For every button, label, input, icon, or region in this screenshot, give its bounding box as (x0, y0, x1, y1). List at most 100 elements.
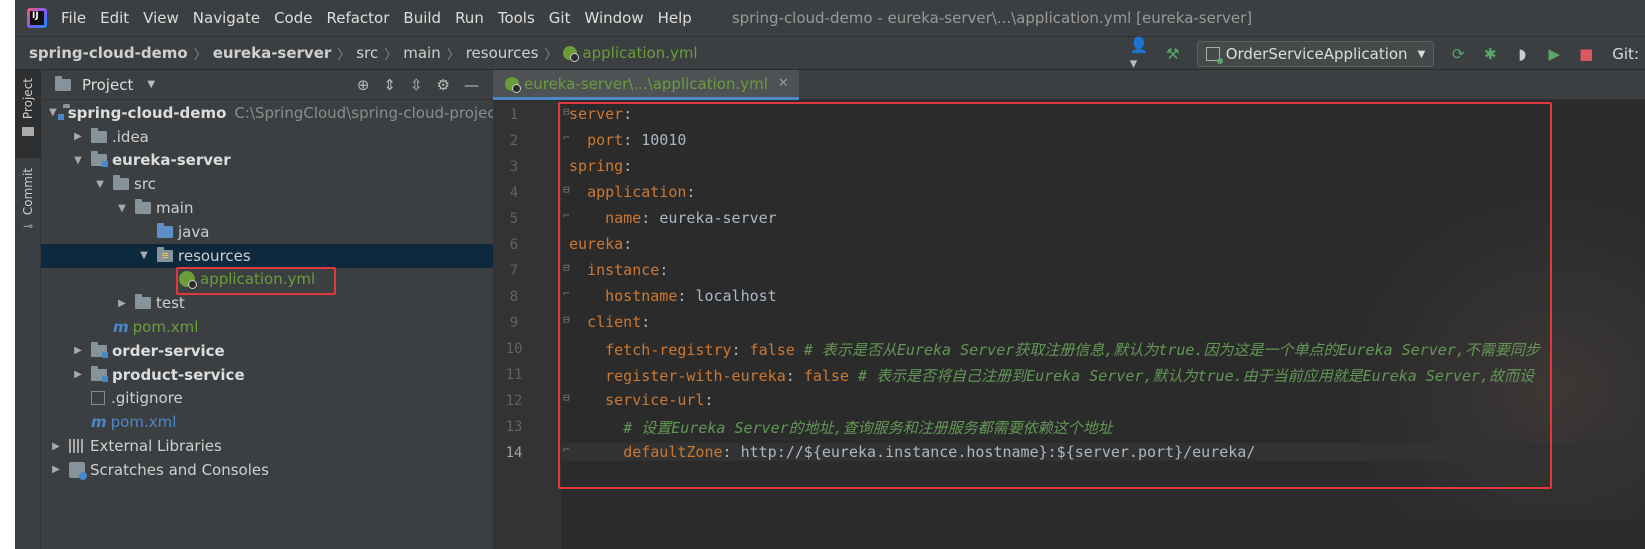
tree-item-pom-xml[interactable]: m pom.xml (41, 315, 493, 339)
rerun-icon[interactable]: ⟳ (1447, 43, 1469, 65)
tree-item-gitignore[interactable]: .gitignore (41, 387, 493, 411)
chevron-down-icon[interactable]: ▼ (49, 107, 57, 118)
chevron-down-icon[interactable]: ▼ (115, 203, 129, 214)
profile-icon[interactable]: ▶ (1543, 43, 1565, 65)
gear-icon[interactable]: ⚙ (437, 76, 450, 94)
chevron-right-icon: 〉 (193, 47, 207, 63)
chevron-right-icon: 〉 (544, 47, 558, 63)
chevron-right-icon[interactable]: ▶ (71, 345, 85, 356)
crumb-module[interactable]: eureka-server (213, 44, 332, 62)
project-tool-label: Project (21, 78, 35, 120)
tree-item-java[interactable]: java (41, 220, 493, 244)
crumb-project[interactable]: spring-cloud-demo (29, 44, 188, 62)
expand-all-icon[interactable]: ⇕ (383, 76, 396, 94)
gitignore-file-icon (91, 391, 105, 406)
locate-target-icon[interactable]: ⊕ (357, 76, 370, 94)
resources-folder-icon (157, 246, 173, 262)
chevron-down-icon[interactable]: ▼ (137, 250, 151, 261)
commit-tool-tab[interactable]: Commit ⊸ (15, 162, 41, 234)
project-tool-tab[interactable]: Project (15, 70, 41, 158)
menu-code[interactable]: Code (274, 9, 312, 27)
chevron-right-icon[interactable]: ▶ (71, 131, 85, 142)
project-panel-title[interactable]: Project (82, 76, 133, 94)
tree-item-label: test (156, 294, 185, 313)
chevron-right-icon: 〉 (446, 47, 460, 63)
menu-edit[interactable]: Edit (100, 9, 129, 27)
tree-item-external-libraries[interactable]: ▶ External Libraries (41, 434, 493, 458)
debug-bug-icon[interactable]: ✱ (1479, 43, 1501, 65)
run-configuration-select[interactable]: OrderServiceApplication ▼ (1196, 41, 1435, 67)
menu-tools[interactable]: Tools (498, 9, 535, 27)
tree-item-scratches[interactable]: ▶ Scratches and Consoles (41, 458, 493, 482)
line-number: 13 (505, 419, 523, 435)
project-folder-icon (55, 75, 71, 91)
close-icon[interactable]: ✕ (778, 76, 789, 91)
module-folder-icon (91, 151, 108, 168)
run-configuration-label: OrderServiceApplication (1225, 45, 1408, 63)
menu-refactor[interactable]: Refactor (326, 9, 389, 27)
intellij-logo-icon: IJ (27, 8, 47, 28)
line-number: 10 (505, 341, 523, 357)
tree-item-main[interactable]: ▼ main (41, 196, 493, 220)
breadcrumb: spring-cloud-demo 〉 eureka-server 〉 src … (15, 44, 698, 63)
spring-yaml-file-icon (505, 76, 521, 93)
caret-down-icon: ▼ (1417, 48, 1426, 60)
maven-icon: m (91, 413, 107, 432)
tree-item-idea[interactable]: ▶ .idea (41, 125, 493, 149)
tree-item-src[interactable]: ▼ src (41, 172, 493, 196)
menu-window[interactable]: Window (584, 9, 643, 27)
ide-window: IJ File Edit View Navigate Code Refactor… (15, 0, 1645, 549)
tree-item-eureka-server[interactable]: ▼ eureka-server (41, 149, 493, 173)
tree-item-root-pom-xml[interactable]: m pom.xml (41, 410, 493, 434)
chevron-down-icon[interactable]: ▼ (71, 155, 85, 166)
chevron-right-icon[interactable]: ▶ (71, 369, 85, 380)
project-panel: Project ▼ ⊕ ⇕ ⇳ ⚙ — ▼ spring-cloud-demo … (41, 70, 501, 549)
chevron-right-icon[interactable]: ▶ (49, 464, 63, 475)
folder-icon (91, 127, 107, 143)
menu-navigate[interactable]: Navigate (193, 9, 260, 27)
commit-icon: ⊸ (22, 219, 34, 234)
tree-item-label: pom.xml (110, 413, 177, 432)
chevron-right-icon[interactable]: ▶ (49, 441, 63, 452)
tree-item-label: .gitignore (111, 389, 183, 408)
tree-item-spring-cloud-demo[interactable]: ▼ spring-cloud-demo C:\SpringCloud\sprin… (41, 101, 501, 125)
editor-tab-label: eureka-server\...\application.yml (524, 74, 768, 93)
menu-help[interactable]: Help (658, 9, 692, 27)
line-number: 5 (509, 211, 519, 227)
module-folder-icon (91, 341, 108, 358)
left-tool-strip: Project Commit ⊸ (15, 70, 41, 549)
crumb-resources[interactable]: resources (466, 44, 539, 62)
hide-minus-icon[interactable]: — (464, 76, 479, 94)
user-icon[interactable]: 👤▾ (1130, 36, 1152, 72)
crumb-file[interactable]: application.yml (582, 44, 697, 62)
menu-run[interactable]: Run (455, 9, 484, 27)
highlight-box-editor (558, 102, 1552, 489)
tree-item-label: product-service (112, 365, 245, 384)
tree-item-label: pom.xml (132, 318, 199, 337)
folder-icon (135, 199, 151, 215)
line-number: 7 (509, 263, 519, 279)
spring-yaml-file-icon (563, 46, 580, 62)
editor-tab-application-yml[interactable]: eureka-server\...\application.yml ✕ (493, 70, 799, 100)
menu-build[interactable]: Build (403, 9, 441, 27)
line-number: 11 (505, 367, 523, 383)
git-label[interactable]: Git: (1612, 45, 1639, 63)
chevron-right-icon[interactable]: ▶ (115, 298, 129, 309)
crumb-main[interactable]: main (403, 44, 440, 62)
tree-item-product-service[interactable]: ▶ product-service (41, 363, 493, 387)
tree-item-order-service[interactable]: ▶ order-service (41, 339, 493, 363)
menu-view[interactable]: View (143, 9, 179, 27)
menu-file[interactable]: File (61, 9, 86, 27)
coverage-icon[interactable]: ◗ (1511, 43, 1533, 65)
build-hammer-icon[interactable]: ⚒ (1162, 43, 1184, 65)
tree-item-resources[interactable]: ▼ resources (41, 243, 493, 268)
menu-git[interactable]: Git (549, 9, 571, 27)
line-number: 8 (509, 289, 519, 305)
crumb-src[interactable]: src (356, 44, 378, 62)
chevron-down-icon[interactable]: ▼ (93, 179, 107, 190)
line-number-gutter: 1 2 3 4 5 6 7 8 9 10 11 12 13 14 (493, 101, 561, 549)
collapse-all-icon[interactable]: ⇳ (410, 76, 423, 94)
caret-down-icon[interactable]: ▼ (147, 79, 155, 90)
folder-icon (22, 127, 34, 137)
stop-icon[interactable]: ■ (1575, 43, 1597, 65)
